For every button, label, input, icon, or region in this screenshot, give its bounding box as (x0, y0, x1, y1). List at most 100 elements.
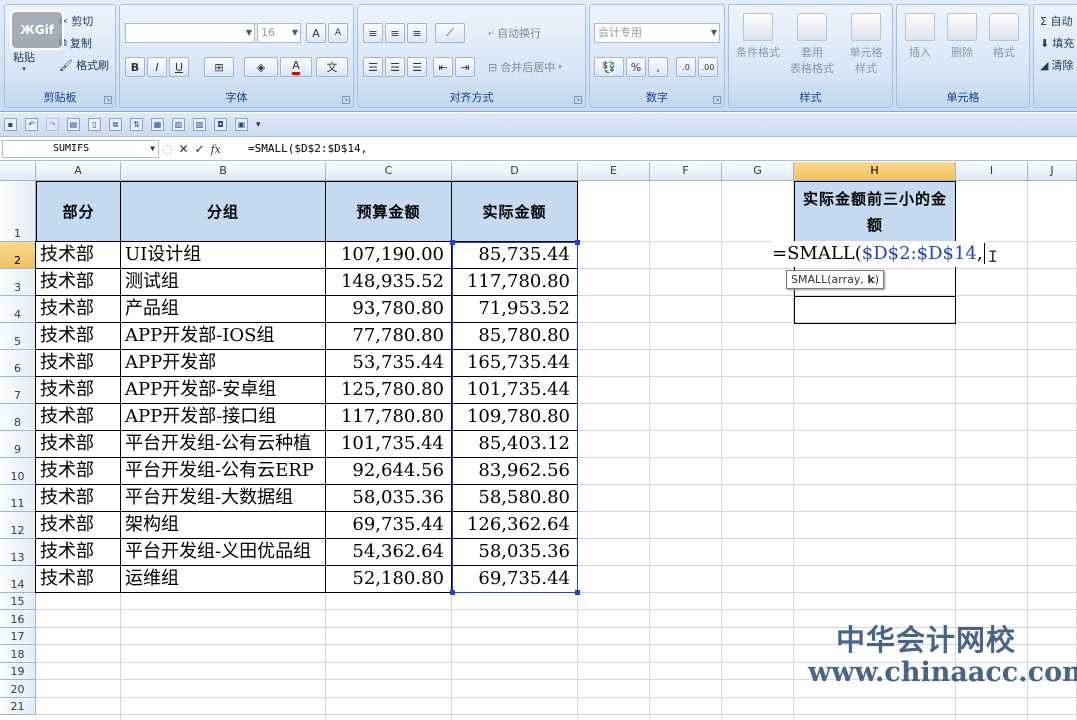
group-cell[interactable]: 架构组 (121, 512, 326, 539)
group-cell[interactable]: 平台开发组-大数据组 (121, 485, 326, 512)
budget-cell[interactable]: 77,780.80 (326, 323, 452, 350)
format-button[interactable]: 格式 (977, 13, 1031, 61)
font-color-button[interactable]: A (280, 57, 312, 77)
group-cell[interactable]: 测试组 (121, 269, 326, 296)
align-left-button[interactable]: ☰ (363, 57, 383, 77)
row-header-11[interactable]: 11 (0, 485, 36, 512)
dept-cell[interactable]: 技术部 (36, 431, 121, 458)
budget-cell[interactable]: 52,180.80 (326, 566, 452, 593)
row-header-20[interactable]: 20 (0, 680, 36, 698)
table-header-b[interactable]: 分组 (121, 181, 326, 242)
orientation-button[interactable]: ⟋ (435, 23, 465, 43)
row-header-6[interactable]: 6 (0, 350, 36, 377)
range-handle-tr[interactable] (575, 240, 580, 245)
group-cell[interactable]: 平台开发组-公有云ERP (121, 458, 326, 485)
comma-button[interactable]: , (648, 57, 668, 77)
paste-button[interactable]: 粘贴 ▾ (13, 49, 35, 73)
dept-cell[interactable]: 技术部 (36, 242, 121, 269)
budget-cell[interactable]: 107,190.00 (326, 242, 452, 269)
customize-qat-icon[interactable]: ▾ (256, 120, 261, 130)
wrap-text-button[interactable]: ⤶ 自动换行 (488, 25, 541, 41)
group-cell[interactable]: APP开发部 (121, 350, 326, 377)
bold-button[interactable]: B (125, 57, 145, 77)
formula-input[interactable]: =SMALL($D$2:$D$14, (248, 140, 367, 157)
budget-cell[interactable]: 54,362.64 (326, 539, 452, 566)
select-all-corner[interactable] (0, 162, 36, 181)
grow-font-button[interactable]: A (306, 23, 326, 43)
group-cell[interactable]: 产品组 (121, 296, 326, 323)
align-right-button[interactable]: ☰ (407, 57, 427, 77)
row-header-19[interactable]: 19 (0, 663, 36, 680)
clipboard-launcher-icon[interactable]: ↘ (104, 96, 112, 104)
budget-cell[interactable]: 117,780.80 (326, 404, 452, 431)
percent-button[interactable]: % (626, 57, 646, 77)
font-name-combo[interactable]: ▼ (125, 23, 255, 43)
save-icon[interactable]: ▪ (4, 118, 17, 131)
row-header-10[interactable]: 10 (0, 458, 36, 485)
budget-cell[interactable]: 101,735.44 (326, 431, 452, 458)
row-header-5[interactable]: 5 (0, 323, 36, 350)
table-icon[interactable]: ▥ (172, 118, 185, 131)
budget-cell[interactable]: 125,780.80 (326, 377, 452, 404)
dept-cell[interactable]: 技术部 (36, 296, 121, 323)
conditional-format-button[interactable]: 条件格式 (731, 13, 785, 61)
dept-cell[interactable]: 技术部 (36, 269, 121, 296)
column-header-e[interactable]: E (578, 162, 650, 181)
increase-indent-button[interactable]: ⇥ (455, 57, 475, 77)
row-header-14[interactable]: 14 (0, 566, 36, 593)
font-launcher-icon[interactable]: ↘ (342, 96, 350, 104)
group-cell[interactable]: APP开发部-接口组 (121, 404, 326, 431)
print-icon[interactable]: ▤ (67, 118, 80, 131)
format-painter-button[interactable]: 🖌 格式刷 (59, 57, 109, 73)
align-middle-button[interactable]: ≡ (385, 23, 405, 43)
row-header-12[interactable]: 12 (0, 512, 36, 539)
range-handle-bl[interactable] (450, 590, 455, 595)
font-size-combo[interactable]: 16 ▼ (257, 23, 301, 43)
row-header-3[interactable]: 3 (0, 269, 36, 296)
chart-icon[interactable]: ▦ (151, 118, 164, 131)
budget-cell[interactable]: 53,735.44 (326, 350, 452, 377)
column-header-f[interactable]: F (650, 162, 722, 181)
table-header-d[interactable]: 实际金额 (452, 181, 578, 242)
enter-icon[interactable]: ✓ (195, 142, 205, 156)
cell-styles-button[interactable]: 单元格 样式 (839, 13, 893, 77)
alignment-launcher-icon[interactable]: ↘ (574, 96, 582, 104)
merge-center-button[interactable]: ⊟ 合并后居中 ▾ (488, 59, 562, 75)
column-header-b[interactable]: B (121, 162, 326, 181)
currency-button[interactable]: 💱 (594, 57, 624, 77)
dept-cell[interactable]: 技术部 (36, 350, 121, 377)
row-header-9[interactable]: 9 (0, 431, 36, 458)
group-cell[interactable]: 平台开发组-义田优品组 (121, 539, 326, 566)
shrink-font-button[interactable]: A (328, 23, 348, 43)
align-bottom-button[interactable]: ≡ (407, 23, 427, 43)
budget-cell[interactable]: 93,780.80 (326, 296, 452, 323)
row-header-16[interactable]: 16 (0, 610, 36, 628)
undo-icon[interactable]: ↶ (25, 118, 38, 131)
picture-icon[interactable]: ▨ (193, 118, 206, 131)
group-cell[interactable]: 运维组 (121, 566, 326, 593)
row-header-8[interactable]: 8 (0, 404, 36, 431)
dept-cell[interactable]: 技术部 (36, 458, 121, 485)
h2-edit-cell[interactable]: =SMALL($D$2:$D$14, (772, 241, 987, 267)
dept-cell[interactable]: 技术部 (36, 323, 121, 350)
row-header-18[interactable]: 18 (0, 645, 36, 663)
align-center-button[interactable]: ☰ (385, 57, 405, 77)
column-header-h[interactable]: H (794, 162, 956, 181)
h4-cell-border[interactable] (794, 296, 956, 324)
dept-cell[interactable]: 技术部 (36, 485, 121, 512)
h1-header-cell[interactable]: 实际金额前三小的金额 (794, 181, 956, 242)
autosum-button[interactable]: Σ 自动 (1040, 13, 1072, 29)
copy-icon[interactable]: ⧉ (109, 118, 122, 131)
row-header-17[interactable]: 17 (0, 628, 36, 645)
range-handle-br[interactable] (575, 590, 580, 595)
redo-icon[interactable]: ↷ (46, 118, 59, 131)
budget-cell[interactable]: 58,035.36 (326, 485, 452, 512)
align-top-button[interactable]: ≡ (363, 23, 383, 43)
italic-button[interactable]: I (147, 57, 167, 77)
group-cell[interactable]: APP开发部-IOS组 (121, 323, 326, 350)
budget-cell[interactable]: 92,644.56 (326, 458, 452, 485)
underline-button[interactable]: U (169, 57, 189, 77)
range-handle-tl[interactable] (450, 240, 455, 245)
table-format-button[interactable]: 套用 表格格式 (785, 13, 839, 77)
clear-button[interactable]: ◢ 清除 (1040, 57, 1073, 73)
